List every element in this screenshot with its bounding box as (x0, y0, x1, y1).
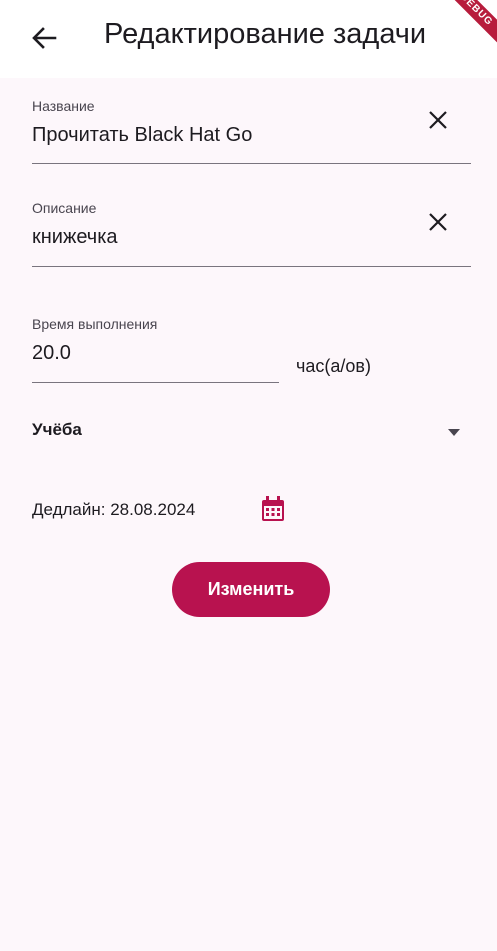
task-name-underline (32, 163, 471, 164)
task-name-field[interactable]: Название Прочитать Black Hat Go (32, 96, 471, 166)
task-description-label: Описание (32, 200, 97, 216)
page-title: Редактирование задачи (104, 18, 427, 50)
task-description-input[interactable]: книжечка (32, 226, 118, 249)
duration-underline (32, 382, 279, 383)
close-icon (428, 212, 448, 237)
category-selected: Учёба (32, 420, 82, 439)
arrow-left-icon (31, 26, 57, 54)
calendar-button[interactable] (256, 494, 290, 528)
app-bar: Редактирование задачи DEBUG (0, 0, 497, 78)
deadline-text: Дедлайн: 28.08.2024 (32, 500, 196, 519)
task-description-field[interactable]: Описание книжечка (32, 198, 471, 268)
back-button[interactable] (22, 20, 66, 60)
duration-label: Время выполнения (32, 316, 158, 332)
duration-units: час(а/ов) (296, 356, 371, 376)
duration-field[interactable]: Время выполнения 20.0 (32, 314, 279, 384)
task-name-label: Название (32, 98, 95, 114)
duration-input[interactable]: 20.0 (32, 342, 71, 365)
close-icon (428, 110, 448, 135)
debug-banner: DEBUG (431, 0, 497, 55)
dropdown-arrow-icon (447, 424, 461, 436)
submit-button[interactable]: Изменить (172, 562, 330, 617)
task-name-input[interactable]: Прочитать Black Hat Go (32, 124, 252, 147)
clear-name-button[interactable] (422, 106, 454, 138)
task-description-underline (32, 266, 471, 267)
calendar-icon (261, 495, 285, 527)
category-dropdown[interactable]: Учёба (32, 410, 471, 450)
clear-description-button[interactable] (422, 208, 454, 240)
